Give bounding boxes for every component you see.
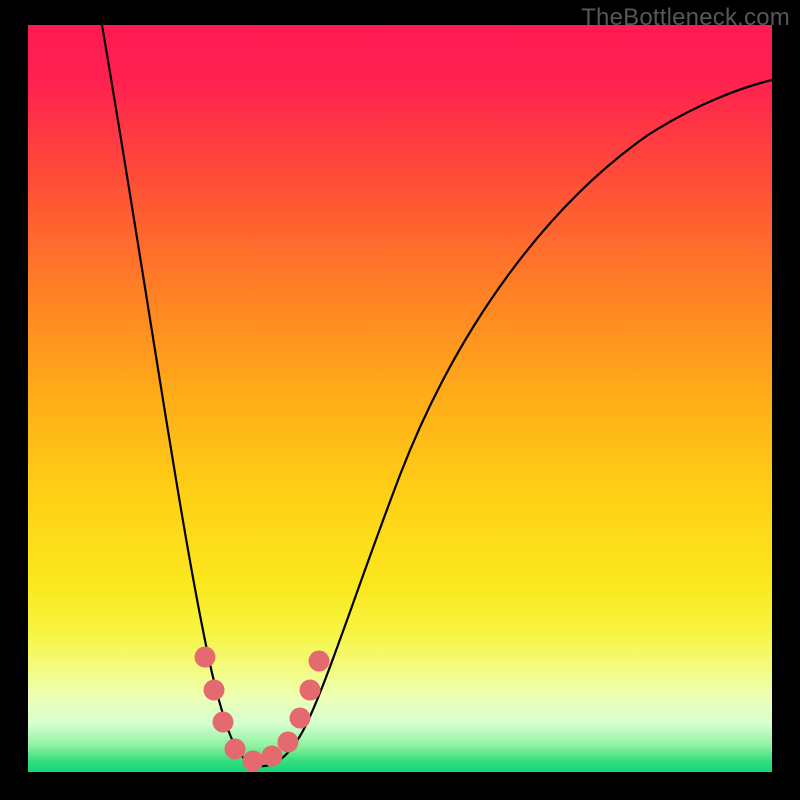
marker-dot xyxy=(213,712,234,733)
chart-frame xyxy=(28,25,772,772)
marker-dot xyxy=(204,680,225,701)
marker-dot xyxy=(290,708,311,729)
marker-dot xyxy=(300,680,321,701)
watermark-text: TheBottleneck.com xyxy=(581,4,790,32)
marker-dot xyxy=(278,732,299,753)
marker-dot xyxy=(309,651,330,672)
marker-dot xyxy=(195,647,216,668)
marker-dot xyxy=(225,739,246,760)
marker-dot xyxy=(262,746,283,767)
marker-dot xyxy=(243,751,264,772)
chart-svg xyxy=(28,25,772,772)
chart-background xyxy=(28,25,772,772)
